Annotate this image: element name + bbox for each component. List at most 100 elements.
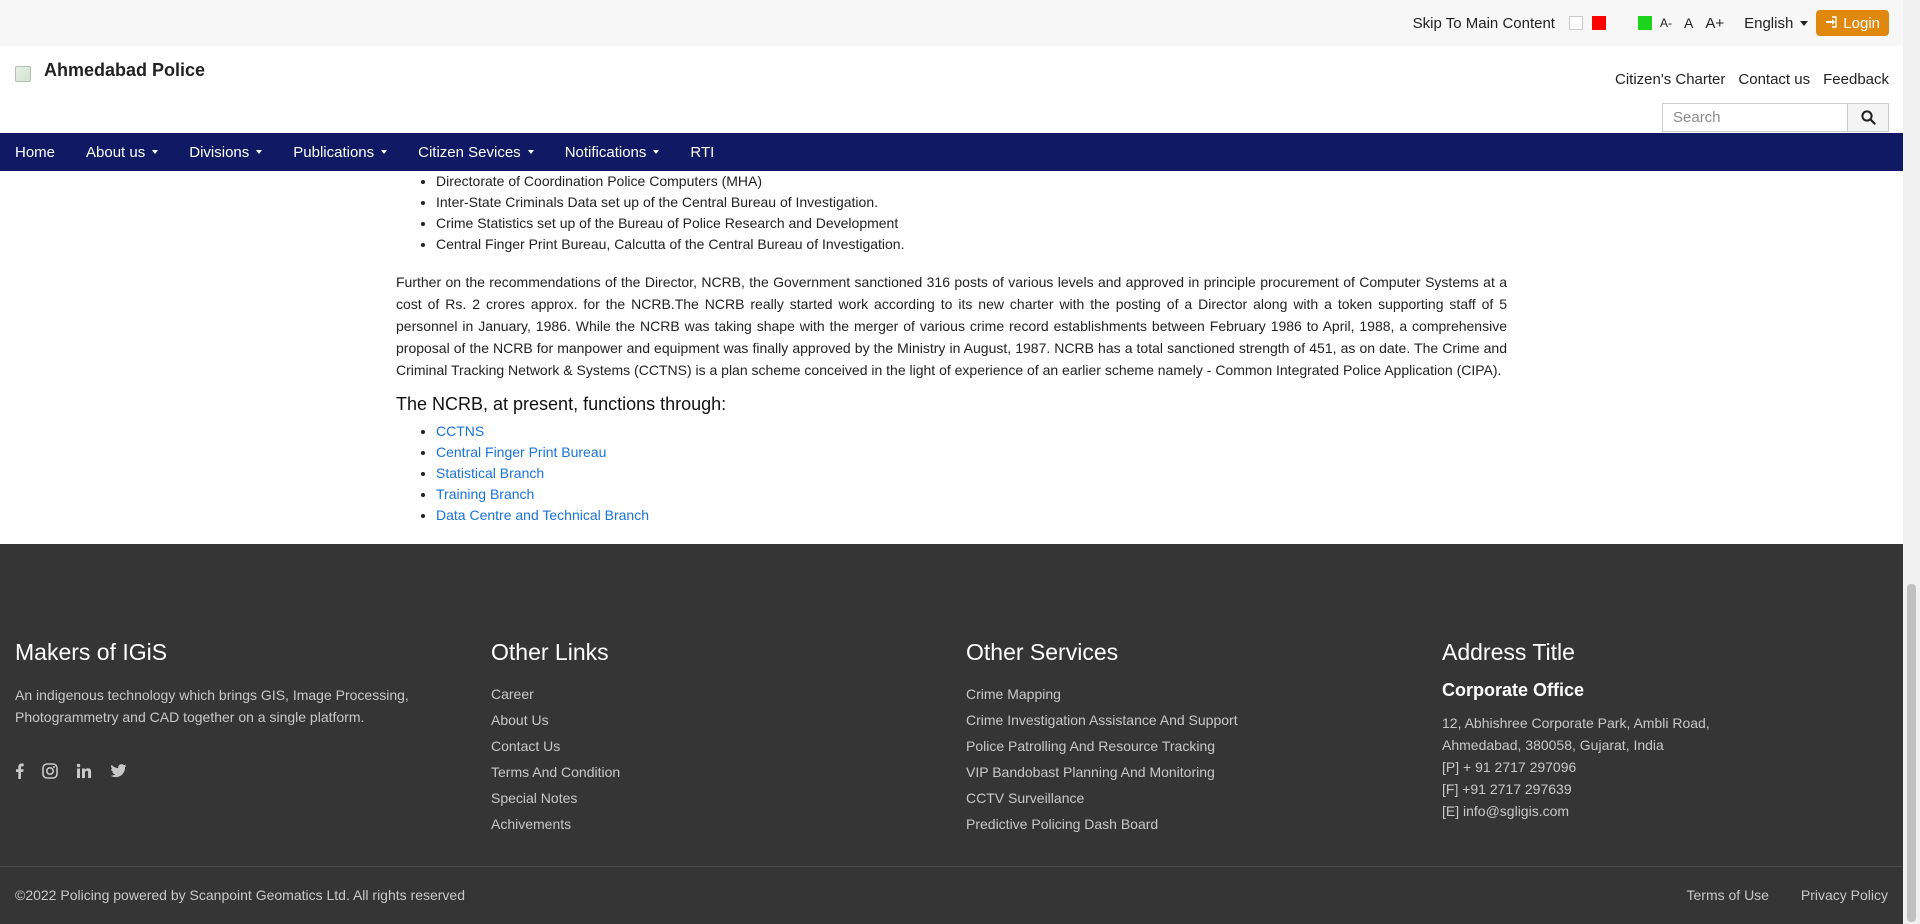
site-title: Ahmedabad Police — [44, 60, 206, 80]
caret-down-icon — [152, 150, 159, 154]
service-link-crime-investigation[interactable]: Crime Investigation Assistance And Suppo… — [966, 707, 1406, 733]
address-lines: 12, Abhishree Corporate Park, Ambli Road… — [1442, 712, 1882, 822]
list-item: Statistical Branch — [436, 463, 1507, 484]
list-item: Data Centre and Technical Branch — [436, 505, 1507, 526]
utility-bar: Skip To Main Content A- A A+ English Log… — [0, 0, 1903, 46]
caret-down-icon — [527, 150, 534, 154]
page-scrollbar[interactable] — [1903, 0, 1920, 924]
list-item: Training Branch — [436, 484, 1507, 505]
nav-publications[interactable]: Publications — [293, 143, 388, 161]
list-item: Crime Statistics set up of the Bureau of… — [436, 213, 1507, 234]
service-link-police-patrolling[interactable]: Police Patrolling And Resource Tracking — [966, 733, 1406, 759]
theme-red-swatch[interactable] — [1591, 16, 1606, 30]
linkedin-icon[interactable] — [76, 763, 92, 779]
twitter-icon[interactable] — [110, 763, 127, 779]
footer-link-achievements[interactable]: Achivements — [491, 811, 931, 837]
service-link-cctv[interactable]: CCTV Surveillance — [966, 785, 1406, 811]
font-increase-button[interactable]: A+ — [1705, 15, 1724, 32]
footer-other-links: Other Links Career About Us Contact Us T… — [491, 639, 931, 837]
header-links: Citizen's Charter Contact us Feedback — [1602, 71, 1889, 88]
instagram-icon[interactable] — [42, 763, 58, 779]
copyright-text: ©2022 Policing powered by Scanpoint Geom… — [15, 887, 466, 903]
search-input[interactable] — [1662, 103, 1847, 132]
list-item: Directorate of Coordination Police Compu… — [436, 171, 1507, 192]
functions-heading: The NCRB, at present, functions through: — [396, 394, 727, 414]
site-header: Ahmedabad Police Citizen's Charter Conta… — [0, 46, 1903, 133]
font-normal-button[interactable]: A — [1684, 15, 1693, 31]
nav-publications-label: Publications — [293, 143, 375, 161]
list-item: Central Finger Print Bureau, Calcutta of… — [436, 234, 1507, 255]
terms-of-use-link[interactable]: Terms of Use — [1687, 887, 1769, 903]
main-content: Directorate of Coordination Police Compu… — [396, 171, 1507, 526]
footer-link-about-us[interactable]: About Us — [491, 707, 931, 733]
list-item: CCTNS — [436, 421, 1507, 442]
fax-line: [F] +91 2717 297639 — [1442, 781, 1572, 797]
facebook-icon[interactable] — [15, 763, 24, 779]
search-box — [1662, 103, 1889, 132]
address-line: 12, Abhishree Corporate Park, Ambli Road… — [1442, 715, 1710, 731]
nav-citizen-services-label: Citizen Sevices — [418, 143, 521, 161]
nav-citizen-services[interactable]: Citizen Sevices — [418, 144, 534, 161]
nav-divisions[interactable]: Divisions — [189, 143, 263, 161]
cctns-link[interactable]: CCTNS — [436, 423, 484, 439]
footer-address: Address Title Corporate Office 12, Abhis… — [1442, 639, 1882, 822]
theme-green-swatch[interactable] — [1637, 16, 1652, 30]
email-line: [E] info@sgligis.com — [1442, 803, 1570, 819]
caret-down-icon — [653, 150, 660, 154]
sign-in-icon — [1825, 15, 1837, 31]
service-link-predictive-policing[interactable]: Predictive Policing Dash Board — [966, 811, 1406, 837]
feedback-link[interactable]: Feedback — [1823, 71, 1889, 88]
citizens-charter-link[interactable]: Citizen's Charter — [1615, 71, 1725, 88]
language-selector[interactable]: English — [1744, 14, 1809, 32]
statistical-branch-link[interactable]: Statistical Branch — [436, 465, 544, 481]
footer-link-contact-us[interactable]: Contact Us — [491, 733, 931, 759]
corporate-office-title: Corporate Office — [1442, 680, 1585, 700]
nav-rti[interactable]: RTI — [690, 144, 714, 161]
list-item: Central Finger Print Bureau — [436, 442, 1507, 463]
chevron-down-icon — [1800, 20, 1809, 26]
makers-description-line: Photogrammetry and CAD together on a sin… — [15, 709, 365, 725]
footer-link-special-notes[interactable]: Special Notes — [491, 785, 931, 811]
footer-link-terms[interactable]: Terms And Condition — [491, 759, 931, 785]
nav-notifications[interactable]: Notifications — [565, 144, 660, 161]
other-links-heading: Other Links — [491, 639, 609, 665]
footer-divider — [0, 866, 1903, 867]
ncrb-paragraph: Further on the recommendations of the Di… — [396, 274, 1507, 378]
makers-heading: Makers of IGiS — [15, 639, 168, 665]
other-services-heading: Other Services — [966, 639, 1119, 665]
main-nav: Home About us Divisions Publications Cit… — [0, 133, 1903, 171]
nav-about-us[interactable]: About us — [86, 143, 159, 161]
login-button[interactable]: Login — [1816, 10, 1889, 36]
nav-notifications-label: Notifications — [564, 143, 647, 161]
brand[interactable]: Ahmedabad Police — [15, 60, 206, 82]
scrollbar-thumb[interactable] — [1907, 584, 1916, 922]
data-centre-link[interactable]: Data Centre and Technical Branch — [436, 507, 649, 523]
social-links — [15, 763, 455, 779]
training-branch-link[interactable]: Training Branch — [436, 486, 534, 502]
skip-to-main-content-link[interactable]: Skip To Main Content — [1413, 15, 1555, 32]
central-finger-print-bureau-link[interactable]: Central Finger Print Bureau — [436, 444, 606, 460]
language-label: English — [1744, 14, 1794, 32]
theme-white-swatch[interactable] — [1568, 16, 1583, 30]
footer-other-services: Other Services Crime Mapping Crime Inves… — [966, 639, 1406, 837]
source-list: Directorate of Coordination Police Compu… — [396, 171, 1507, 255]
contact-us-link[interactable]: Contact us — [1738, 71, 1810, 88]
nav-divisions-label: Divisions — [189, 143, 250, 161]
site-logo — [15, 65, 31, 82]
footer-link-career[interactable]: Career — [491, 681, 931, 707]
privacy-policy-link[interactable]: Privacy Policy — [1801, 887, 1888, 903]
service-link-vip-bandobast[interactable]: VIP Bandobast Planning And Monitoring — [966, 759, 1406, 785]
address-heading: Address Title — [1442, 639, 1575, 665]
search-icon — [1860, 110, 1876, 125]
footer-bottom-links: Terms of Use Privacy Policy — [1659, 887, 1889, 903]
nav-about-us-label: About us — [86, 143, 146, 161]
address-line: Ahmedabad, 380058, Gujarat, India — [1442, 737, 1664, 753]
search-button[interactable] — [1847, 103, 1889, 132]
functions-list: CCTNS Central Finger Print Bureau Statis… — [396, 421, 1507, 526]
nav-rti-label: RTI — [690, 143, 715, 161]
font-decrease-button[interactable]: A- — [1660, 16, 1672, 30]
caret-down-icon — [381, 150, 388, 154]
nav-home[interactable]: Home — [15, 144, 55, 161]
service-link-crime-mapping[interactable]: Crime Mapping — [966, 681, 1406, 707]
list-item: Inter-State Criminals Data set up of the… — [436, 192, 1507, 213]
